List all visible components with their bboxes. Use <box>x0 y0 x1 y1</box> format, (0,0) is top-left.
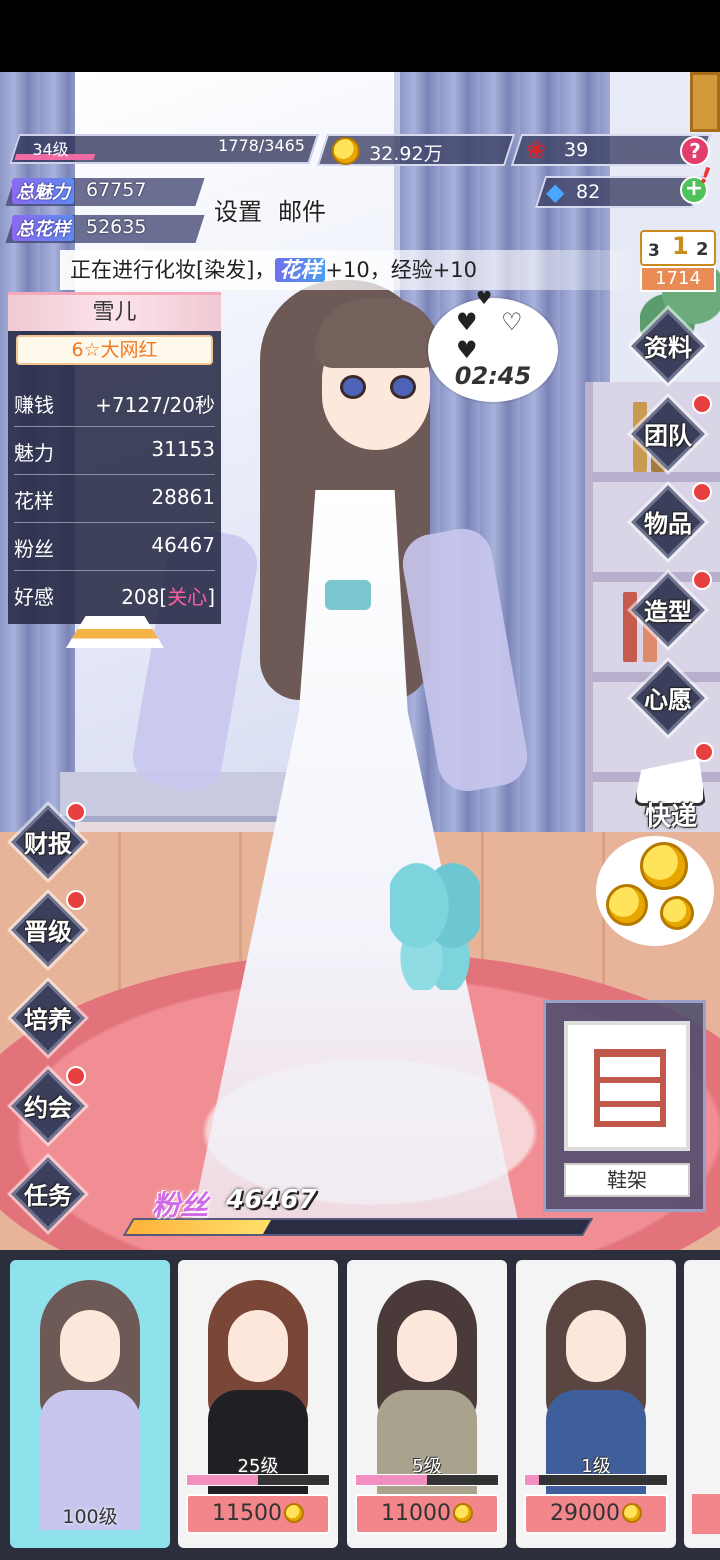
stat-row-pattern: 花样 28861 <box>14 475 215 523</box>
stat-label: 花样 <box>14 489 54 513</box>
stat-row-charm: 魅力 31153 <box>14 427 215 475</box>
podium-icon: 3 1 2 <box>640 230 716 266</box>
coin-icon <box>606 884 648 926</box>
train-button[interactable]: 培养 <box>10 980 86 1056</box>
wish-button[interactable]: 心愿 <box>630 660 706 736</box>
roster-level-bar <box>186 1474 330 1486</box>
roster-card-partial[interactable] <box>684 1260 720 1548</box>
notice-suffix: +10，经验+10 <box>325 258 478 282</box>
bubble-timer: 02:45 <box>454 362 532 390</box>
finance-badge <box>66 802 86 822</box>
unlock-price-button[interactable]: 11500 <box>186 1494 330 1534</box>
coins-box[interactable]: 32.92万 <box>316 134 516 166</box>
roster-card[interactable]: 25级 11500 <box>178 1260 338 1548</box>
rank-score: 1714 <box>640 266 716 292</box>
ranking-badge[interactable]: 3 1 2 1714 <box>640 230 716 292</box>
team-badge <box>692 394 712 414</box>
coin-icon <box>453 1503 473 1523</box>
shoe-rack-image <box>564 1021 690 1151</box>
rank-1: 1 <box>672 232 689 260</box>
coin-icon <box>660 896 694 930</box>
roster-card[interactable]: 1级 29000 <box>516 1260 676 1548</box>
character-title: 6☆大网红 <box>16 335 213 365</box>
settings-link[interactable]: 设置 <box>214 192 262 227</box>
roster-level: 100级 <box>62 1506 118 1528</box>
total-pattern-label: 总花样 <box>12 215 74 241</box>
status-bar-area <box>0 0 720 72</box>
roster-level-bar <box>355 1474 499 1486</box>
mood-bubble[interactable]: ♥ ♡ ♥ 02:45 <box>428 298 558 402</box>
heart-icon: ♥ <box>476 288 493 309</box>
care-link[interactable]: 关心 <box>167 585 207 609</box>
fans-progress: 粉丝 46467 <box>122 1184 594 1240</box>
stat-label: 魅力 <box>14 441 54 465</box>
level-progress-bar: 34级 1778/3465 <box>9 134 319 164</box>
unlock-price-button[interactable]: 29000 <box>524 1494 668 1534</box>
character-name: 雪儿 <box>8 295 221 331</box>
styling-badge <box>692 570 712 590</box>
coin-icon <box>284 1503 304 1523</box>
activity-notice: 正在进行化妆[染发]， 花样 +10，经验+10 <box>60 250 650 290</box>
items-badge <box>692 482 712 502</box>
total-pattern-value: 52635 <box>86 216 147 238</box>
promote-badge <box>66 890 86 910</box>
date-badge <box>66 1066 86 1086</box>
express-badge <box>694 742 714 762</box>
rose-icon: ❀ <box>526 136 547 164</box>
stat-row-earnings: 赚钱 +7127/20秒 <box>14 379 215 427</box>
stat-label: 赚钱 <box>14 393 54 417</box>
coins-value: 32.92万 <box>369 143 443 165</box>
stat-value: 31153 <box>151 437 215 461</box>
notice-tag: 花样 <box>275 258 326 282</box>
roses-value: 39 <box>564 139 589 161</box>
diamonds-box[interactable]: ◆ 82 <box>534 176 704 208</box>
coin-icon <box>331 137 360 165</box>
diamond-icon: ◆ <box>546 178 565 206</box>
diamonds-value: 82 <box>576 181 601 203</box>
fans-label: 粉丝 <box>152 1189 209 1222</box>
stat-row-affection: 好感 208[关心] <box>14 571 215 619</box>
butterfly-decoration <box>390 860 480 990</box>
stat-value: +7127/20秒 <box>95 393 215 417</box>
total-charm-value: 67757 <box>86 179 147 201</box>
shoe-rack-card[interactable]: 鞋架 <box>543 1000 706 1212</box>
collect-coins-button[interactable] <box>596 836 714 946</box>
unlock-price-button[interactable]: 11000 <box>355 1494 499 1534</box>
tasks-button[interactable]: 任务 <box>10 1156 86 1232</box>
affection-value: 208[关心] <box>121 585 215 609</box>
stat-value: 46467 <box>151 533 215 557</box>
shoe-rack-icon <box>594 1049 666 1127</box>
roster-card[interactable]: 5级 11000 <box>347 1260 507 1548</box>
mail-link[interactable]: 邮件 <box>278 192 326 227</box>
stat-row-fans: 粉丝 46467 <box>14 523 215 571</box>
total-charm: 总魅力 67757 <box>5 178 205 206</box>
help-button[interactable]: ? <box>680 136 710 166</box>
character-info-panel: 雪儿 6☆大网红 赚钱 +7127/20秒 魅力 31153 花样 28861 … <box>8 292 221 624</box>
exp-label: 1778/3465 <box>218 136 306 155</box>
fans-count: 46467 <box>226 1185 317 1215</box>
profile-button[interactable]: 资料 <box>630 308 706 384</box>
rank-2: 2 <box>696 239 709 260</box>
wall-frame <box>690 72 720 132</box>
roster-card-selected[interactable]: 100级 <box>10 1260 170 1548</box>
affection-label: 好感 <box>14 585 54 609</box>
hearts-icon: ♥ ♡ ♥ <box>456 308 531 364</box>
level-label: 34级 <box>32 140 69 159</box>
total-charm-label: 总魅力 <box>12 178 74 204</box>
total-pattern: 总花样 52635 <box>5 215 205 243</box>
roster-level-bar <box>524 1474 668 1486</box>
stat-value: 28861 <box>151 485 215 509</box>
stat-label: 粉丝 <box>14 537 54 561</box>
coin-icon <box>622 1503 642 1523</box>
notice-prefix: 正在进行化妆[染发]， <box>70 258 276 282</box>
coin-icon <box>640 842 688 890</box>
character-portrait <box>30 1280 150 1530</box>
